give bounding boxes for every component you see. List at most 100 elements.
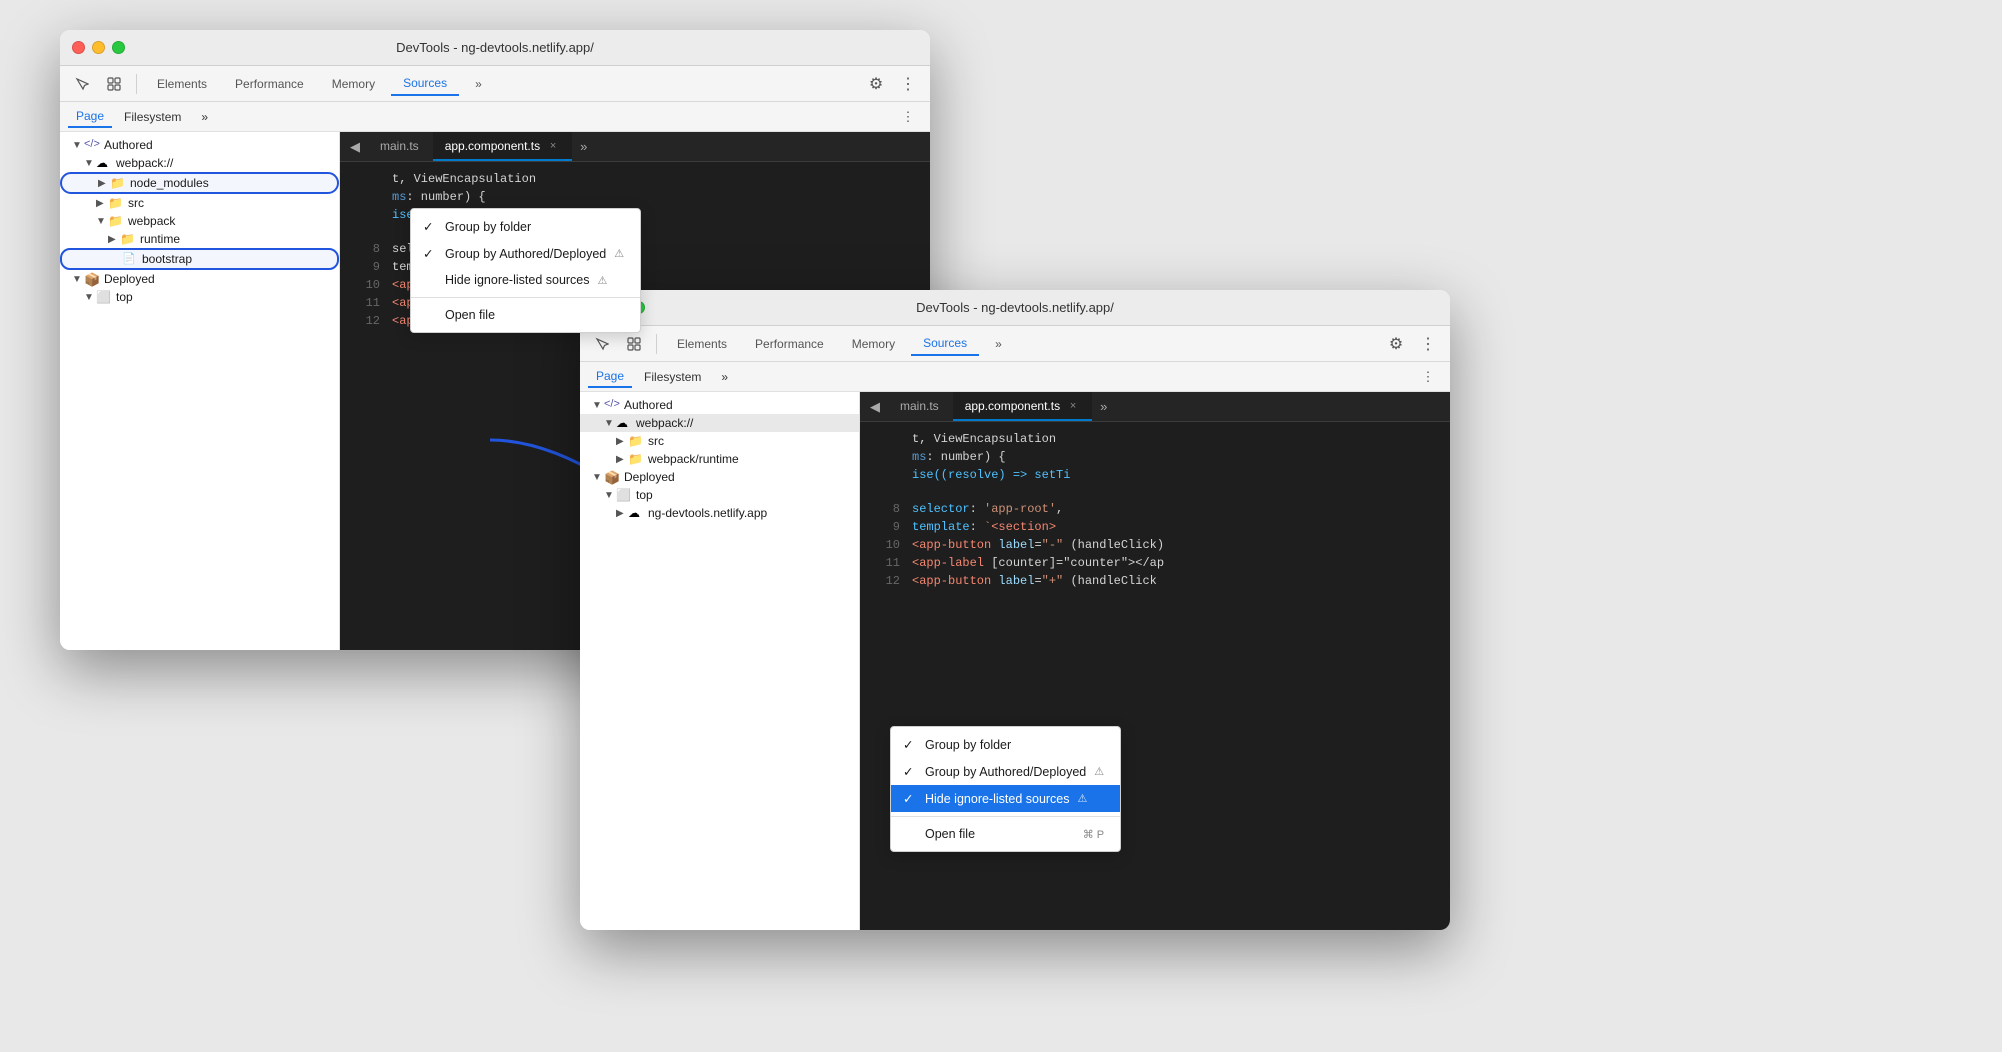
menu-group-folder-1[interactable]: Group by folder	[411, 213, 640, 240]
top-label-2: top	[636, 488, 653, 502]
tree-deployed-1[interactable]: 📦 Deployed	[60, 270, 339, 288]
menu-open-file-1[interactable]: Open file	[411, 302, 640, 328]
src-folder-icon-2: 📁	[628, 434, 644, 448]
cursor-icon-2[interactable]	[588, 330, 616, 358]
sub-tab-page-1[interactable]: Page	[68, 106, 112, 128]
sub-toolbar-2: Page Filesystem » ⋮	[580, 362, 1450, 392]
menu-open-file-2[interactable]: Open file ⌘ P	[891, 821, 1120, 847]
tree-ng-devtools-2[interactable]: ☁ ng-devtools.netlify.app	[580, 504, 859, 522]
tree-webpack-1[interactable]: ☁ webpack://	[60, 154, 339, 172]
menu-hide-ignore-2[interactable]: Hide ignore-listed sources ⚠	[891, 785, 1120, 812]
sub-tab-more-1[interactable]: »	[193, 107, 216, 127]
tab-close-icon-1[interactable]: ×	[546, 140, 560, 152]
tree-top-2[interactable]: ⬜ top	[580, 486, 859, 504]
settings-icon-2[interactable]: ⚙	[1382, 330, 1410, 358]
tree-authored-2[interactable]: </> Authored	[580, 396, 859, 414]
authored-icon-1: </>	[84, 138, 100, 152]
warn-icon-1a: ⚠	[614, 247, 624, 260]
tree-webpack-runtime-2[interactable]: 📁 webpack/runtime	[580, 450, 859, 468]
editor-nav-back-1[interactable]: ◀	[344, 132, 366, 161]
maximize-button-1[interactable]	[112, 41, 125, 54]
webpack-runtime-label-2: webpack/runtime	[648, 452, 739, 466]
bootstrap-file-icon-1: 📄	[122, 252, 138, 266]
more-options-icon-1[interactable]: ⋮	[894, 103, 922, 131]
editor-tab-appcomponent-1[interactable]: app.component.ts ×	[433, 132, 572, 161]
settings-icon[interactable]: ⚙	[862, 70, 890, 98]
file-tree-1: </> Authored ☁ webpack:// 📁 node_modules…	[60, 132, 340, 650]
node-modules-arrow-1	[98, 178, 110, 189]
menu-group-authored-label-1: Group by Authored/Deployed	[445, 247, 606, 261]
sub-tab-filesystem-2[interactable]: Filesystem	[636, 367, 709, 387]
tab-memory-2[interactable]: Memory	[840, 333, 907, 355]
editor-tab-maints-1[interactable]: main.ts	[368, 132, 431, 161]
tab-more-2[interactable]: »	[983, 333, 1014, 355]
tree-webpack-folder-1[interactable]: 📁 webpack	[60, 212, 339, 230]
close-button-1[interactable]	[72, 41, 85, 54]
sub-tab-page-2[interactable]: Page	[588, 366, 632, 388]
cursor-icon[interactable]	[68, 70, 96, 98]
tab-sources-2[interactable]: Sources	[911, 332, 979, 356]
more-options-icon-2[interactable]: ⋮	[1414, 363, 1442, 391]
sub-tab-more-2[interactable]: »	[713, 367, 736, 387]
minimize-button-1[interactable]	[92, 41, 105, 54]
sub-tab-filesystem-1[interactable]: Filesystem	[116, 107, 189, 127]
editor-tab-appcomponent-2[interactable]: app.component.ts ×	[953, 392, 1092, 421]
tree-bootstrap-1[interactable]: 📄 bootstrap	[60, 248, 339, 270]
editor-nav-more-2[interactable]: »	[1094, 392, 1113, 421]
code-line-3-2: ise((resolve) => setTi	[860, 466, 1450, 484]
code-content-2: t, ViewEncapsulation ms: number) { ise((…	[860, 422, 1450, 930]
tree-webpack-2[interactable]: ☁ webpack://	[580, 414, 859, 432]
tree-authored-1[interactable]: </> Authored	[60, 136, 339, 154]
menu-group-authored-2[interactable]: Group by Authored/Deployed ⚠	[891, 758, 1120, 785]
bootstrap-label-1: bootstrap	[142, 252, 192, 266]
tree-deployed-2[interactable]: 📦 Deployed	[580, 468, 859, 486]
tab-close-icon-2[interactable]: ×	[1066, 400, 1080, 412]
authored-arrow-1	[72, 140, 84, 151]
code-text-1a: t, ViewEncapsulation	[392, 172, 536, 186]
menu-group-authored-1[interactable]: Group by Authored/Deployed ⚠	[411, 240, 640, 267]
tab-performance-1[interactable]: Performance	[223, 73, 316, 95]
inspect-icon-2[interactable]	[620, 330, 648, 358]
tab-performance-2[interactable]: Performance	[743, 333, 836, 355]
code-line-8-2: 8 selector: 'app-root',	[860, 500, 1450, 518]
authored-label-1: Authored	[104, 138, 153, 152]
code-ms-1: ms	[392, 190, 406, 204]
tree-runtime-1[interactable]: 📁 runtime	[60, 230, 339, 248]
code-ms-2: ms	[912, 450, 926, 464]
menu-hide-ignore-1[interactable]: Hide ignore-listed sources ⚠	[411, 267, 640, 293]
more-icon[interactable]: ⋮	[894, 70, 922, 98]
tab-elements-1[interactable]: Elements	[145, 73, 219, 95]
code-text-2a: t, ViewEncapsulation	[912, 432, 1056, 446]
node-modules-label-1: node_modules	[130, 176, 209, 190]
toolbar-divider-1	[136, 74, 137, 94]
src-label-2: src	[648, 434, 664, 448]
traffic-lights-1	[72, 41, 125, 54]
editor-nav-back-2[interactable]: ◀	[864, 392, 886, 421]
tree-src-2[interactable]: 📁 src	[580, 432, 859, 450]
tree-src-1[interactable]: 📁 src	[60, 194, 339, 212]
menu-group-folder-label-1: Group by folder	[445, 220, 531, 234]
top-icon-1: ⬜	[96, 290, 112, 304]
tab-elements-2[interactable]: Elements	[665, 333, 739, 355]
runtime-arrow-1	[108, 234, 120, 245]
tab-sources-1[interactable]: Sources	[391, 72, 459, 96]
deployed-label-1: Deployed	[104, 272, 155, 286]
code-line-top-1: t, ViewEncapsulation	[340, 170, 930, 188]
deployed-label-2: Deployed	[624, 470, 675, 484]
code-line-2-1: ms: number) {	[340, 188, 930, 206]
webpack-label-2: webpack://	[636, 416, 693, 430]
menu-group-folder-2[interactable]: Group by folder	[891, 731, 1120, 758]
tree-top-1[interactable]: ⬜ top	[60, 288, 339, 306]
inspect-icon[interactable]	[100, 70, 128, 98]
tab-more-1[interactable]: »	[463, 73, 494, 95]
top-label-1: top	[116, 290, 133, 304]
editor-nav-more-1[interactable]: »	[574, 132, 593, 161]
more-icon-2[interactable]: ⋮	[1414, 330, 1442, 358]
menu-open-file-label-1: Open file	[445, 308, 495, 322]
src-arrow-2	[616, 436, 628, 447]
editor-tab-maints-2[interactable]: main.ts	[888, 392, 951, 421]
tree-node-modules-1[interactable]: 📁 node_modules	[60, 172, 339, 194]
authored-arrow-2	[592, 400, 604, 411]
editor-tab-label-maints-2: main.ts	[900, 399, 939, 413]
tab-memory-1[interactable]: Memory	[320, 73, 387, 95]
